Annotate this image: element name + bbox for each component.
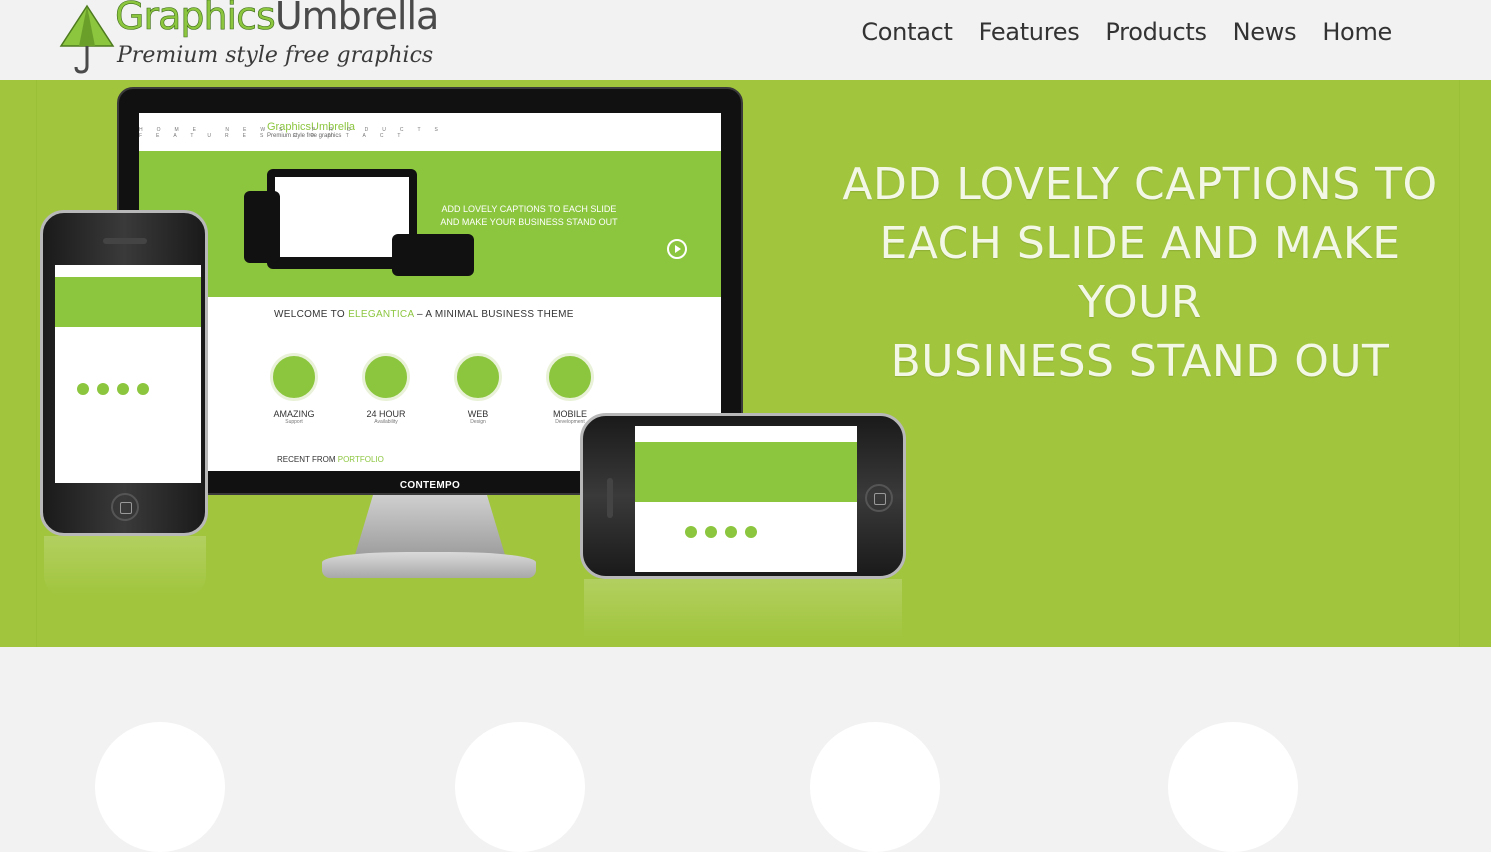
features-section <box>0 647 1491 852</box>
landscape-phone-device-image <box>580 413 906 579</box>
landscape-phone-speaker <box>607 478 613 518</box>
logo-tagline: Premium style free graphics <box>117 43 434 68</box>
mock-site-nav: HOME NEWS PRODUCTS FEATURES CONTACT <box>139 127 452 139</box>
mock-mini-phone <box>244 191 280 263</box>
feature-circle-3 <box>810 722 940 852</box>
recycle-icon <box>270 353 318 401</box>
landscape-phone-screen-icons <box>685 526 757 538</box>
main-nav: Contact Features Products News Home <box>861 18 1392 46</box>
mock-feature-amazing: AMAZING Support <box>269 353 319 425</box>
mock-feature-icons: AMAZING Support 24 HOUR Availability WEB… <box>269 353 595 425</box>
mock-feature-mobile: MOBILE Development <box>545 353 595 425</box>
landscape-phone-home-button <box>865 484 893 512</box>
slide-caption-line-2: EACH SLIDE AND MAKE YOUR <box>879 218 1401 328</box>
phone-screen <box>55 265 201 483</box>
mock-site-header: GraphicsUmbrella Premium style free grap… <box>139 113 721 151</box>
mock-feature-title: MOBILE <box>552 409 587 419</box>
mock-site-hero: ADD LOVELY CAPTIONS TO EACH SLIDE AND MA… <box>139 151 721 297</box>
mock-welcome-suffix: – A MINIMAL BUSINESS THEME <box>413 309 574 320</box>
feature-circle-1 <box>95 722 225 852</box>
mock-feature-title: WEB <box>467 409 489 419</box>
gear-icon <box>454 353 502 401</box>
site-header: GraphicsUmbrella Premium style free grap… <box>0 0 1491 80</box>
mock-feature-sub: Availability <box>374 419 398 425</box>
logo-title: GraphicsUmbrella <box>115 0 440 38</box>
logo-title-graphics: Graphics <box>115 0 276 38</box>
nav-link-features[interactable]: Features <box>979 18 1080 46</box>
mock-recent-highlight: PORTFOLIO <box>337 455 384 464</box>
landscape-phone-screen <box>635 426 857 572</box>
mock-feature-title: AMAZING <box>273 409 315 419</box>
landscape-phone-screen-hero <box>635 442 857 502</box>
logo-title-umbrella: Umbrella <box>274 0 440 38</box>
landscape-phone-reflection <box>584 579 902 639</box>
mock-hero-caption: ADD LOVELY CAPTIONS TO EACH SLIDE AND MA… <box>440 204 618 227</box>
mock-recent-heading: RECENT FROM PORTFOLIO <box>277 455 384 464</box>
mock-recent-prefix: RECENT FROM <box>277 455 338 464</box>
mobile-icon <box>546 353 594 401</box>
monitor-stand-base <box>322 552 536 578</box>
nav-link-contact[interactable]: Contact <box>861 18 953 46</box>
phone-screen-icons <box>77 383 149 395</box>
slide-caption-line-3: BUSINESS STAND OUT <box>890 336 1390 387</box>
mock-welcome-brand: ELEGANTICA <box>348 309 414 320</box>
mock-feature-24hour: 24 HOUR Availability <box>361 353 411 425</box>
feature-circle-4 <box>1168 722 1298 852</box>
slide-caption-line-1: ADD LOVELY CAPTIONS TO <box>842 159 1438 210</box>
nav-link-products[interactable]: Products <box>1105 18 1207 46</box>
mock-mini-phone-landscape <box>392 234 474 276</box>
feature-circle-2 <box>455 722 585 852</box>
mock-feature-sub: Design <box>470 419 486 425</box>
mock-next-arrow-icon <box>667 239 687 259</box>
monitor-stand-neck <box>355 495 505 555</box>
slide-caption: ADD LOVELY CAPTIONS TO EACH SLIDE AND MA… <box>815 155 1465 391</box>
site-logo[interactable]: GraphicsUmbrella Premium style free grap… <box>55 0 439 80</box>
phone-home-button <box>111 493 139 521</box>
mock-feature-web: WEB Design <box>453 353 503 425</box>
umbrella-icon <box>59 4 115 74</box>
phone-icon <box>362 353 410 401</box>
nav-link-home[interactable]: Home <box>1322 18 1392 46</box>
hero-slider[interactable]: GraphicsUmbrella Premium style free grap… <box>0 80 1491 647</box>
phone-reflection <box>44 536 206 596</box>
mock-feature-title: 24 HOUR <box>366 409 406 419</box>
mock-feature-sub: Support <box>285 419 303 425</box>
mock-welcome-prefix: WELCOME TO <box>274 309 349 320</box>
nav-link-news[interactable]: News <box>1233 18 1297 46</box>
mock-welcome-heading: WELCOME TO ELEGANTICA – A MINIMAL BUSINE… <box>274 309 574 320</box>
phone-device-image <box>40 210 208 536</box>
phone-screen-hero <box>55 277 201 327</box>
phone-speaker <box>103 238 147 244</box>
